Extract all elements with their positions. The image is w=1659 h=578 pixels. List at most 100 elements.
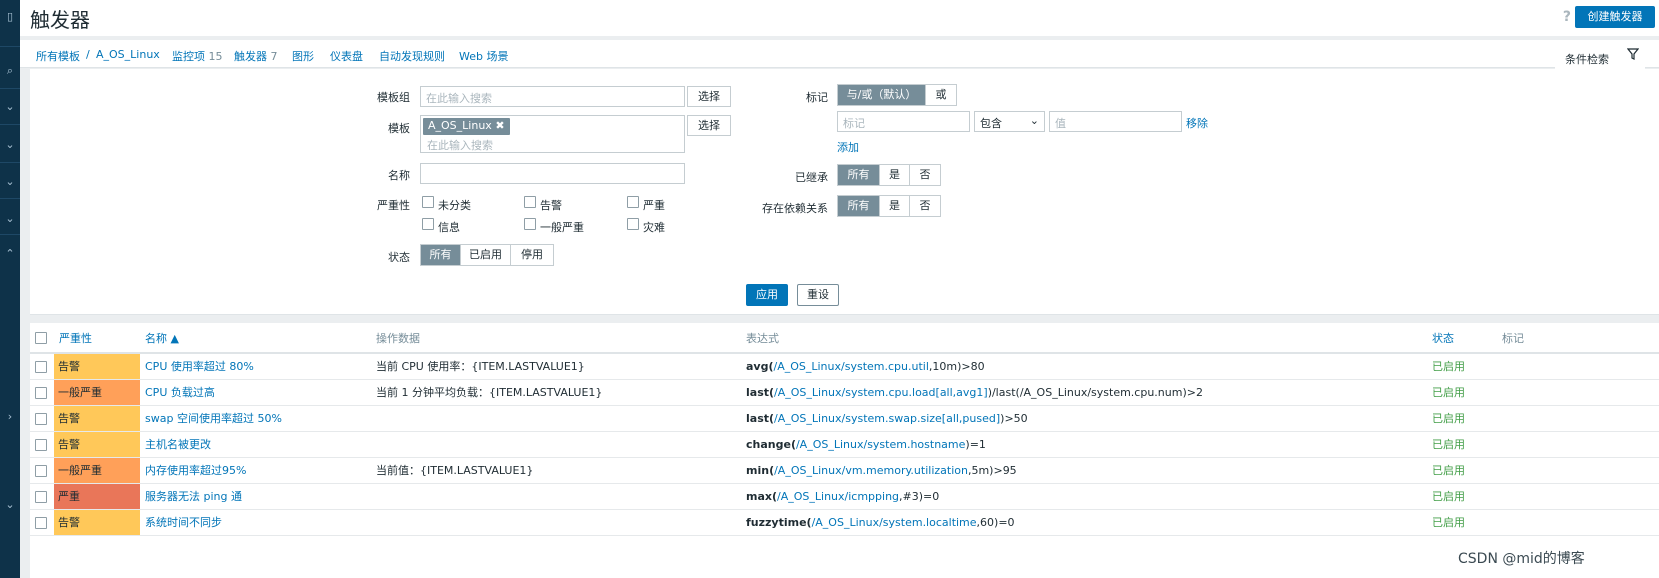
tags-cell [1497,483,1659,510]
menu-icon[interactable]: ▯ [0,10,20,24]
tags-cell [1497,353,1659,380]
state-option-all[interactable]: 所有 [421,245,461,265]
column-status[interactable]: 状态 [1427,323,1497,354]
tab-graphs[interactable]: 图形 [292,48,314,64]
expression-host-link[interactable]: /A_OS_Linux/ [774,386,845,399]
template-group-select-button[interactable]: 选择 [687,86,731,107]
page-header: 触发器 ? 创建触发器 [20,0,1659,36]
row-checkbox[interactable] [35,516,47,529]
trigger-name-link[interactable]: CPU 使用率超过 80% [145,360,254,373]
search-icon[interactable]: ⌕ [0,64,20,78]
chip-remove-icon[interactable]: ✖ [495,119,504,132]
expression-item-link[interactable]: vm.memory.utilization [845,464,968,477]
inherited-option-yes[interactable]: 是 [880,165,910,185]
row-checkbox[interactable] [35,438,47,451]
row-checkbox[interactable] [35,360,47,373]
dependencies-option-no[interactable]: 否 [910,196,940,216]
trigger-name-link[interactable]: CPU 负载过高 [145,386,215,399]
breadcrumb-all-templates[interactable]: 所有模板 [36,48,80,64]
template-select-button[interactable]: 选择 [687,115,731,136]
select-all-checkbox[interactable] [35,332,47,344]
filter-toggle[interactable]: 条件检索 [1555,45,1645,69]
reset-button[interactable]: 重设 [797,284,839,306]
chevron-up-icon[interactable]: ⌃ [0,247,20,261]
create-trigger-button[interactable]: 创建触发器 [1575,6,1655,28]
state-option-disabled[interactable]: 停用 [511,245,553,265]
expression-item-link[interactable]: system.localtime [883,516,977,529]
column-name[interactable]: 名称 ▲ [140,323,371,354]
tab-items[interactable]: 监控项 15 [172,48,223,64]
severity-checkbox-high[interactable] [627,196,639,208]
template-group-input[interactable]: 在此输入搜索 [420,86,685,107]
status-toggle[interactable]: 已启用 [1427,405,1497,432]
tag-operator-value: 包含 [980,117,1002,130]
expression-host-link[interactable]: /A_OS_Linux/ [812,516,883,529]
expression-item-link[interactable]: system.cpu.load[all,avg1] [845,386,987,399]
inherited-option-no[interactable]: 否 [910,165,940,185]
tag-operator-select[interactable]: 包含 ⌄ [974,111,1045,132]
chevron-right-icon[interactable]: › [0,410,20,424]
severity-checkbox-average[interactable] [524,218,536,230]
column-severity[interactable]: 严重性 [54,323,140,354]
expression-item-link[interactable]: system.cpu.util [845,360,929,373]
severity-checkbox-information[interactable] [422,218,434,230]
tab-triggers-label: 触发器 [234,50,267,63]
status-toggle[interactable]: 已启用 [1427,379,1497,406]
tags-mode-and-or[interactable]: 与/或（默认） [838,85,926,105]
chevron-down-icon[interactable]: ⌄ [0,175,20,189]
expression-host-link[interactable]: /A_OS_Linux/ [774,360,845,373]
dependencies-option-yes[interactable]: 是 [880,196,910,216]
status-toggle[interactable]: 已启用 [1427,457,1497,484]
chevron-down-icon[interactable]: ⌄ [0,212,20,226]
apply-button[interactable]: 应用 [746,284,788,306]
severity-checkbox-warning[interactable] [524,196,536,208]
status-toggle[interactable]: 已启用 [1427,509,1497,536]
trigger-name-link[interactable]: swap 空间使用率超过 50% [145,412,282,425]
expression-host-link[interactable]: /A_OS_Linux/ [777,490,848,503]
tab-discovery[interactable]: 自动发现规则 [379,48,445,64]
expression-host-link[interactable]: /A_OS_Linux/ [774,412,845,425]
trigger-name-link[interactable]: 主机名被更改 [145,438,211,451]
expression-item-link[interactable]: icmpping [848,490,899,503]
inherited-option-all[interactable]: 所有 [838,165,880,185]
status-toggle[interactable]: 已启用 [1427,353,1497,380]
tab-dashboards[interactable]: 仪表盘 [330,48,363,64]
tag-name-input[interactable]: 标记 [837,111,970,132]
breadcrumb-template[interactable]: A_OS_Linux [96,48,160,61]
sidebar-divider [0,234,20,235]
state-option-enabled[interactable]: 已启用 [461,245,511,265]
status-toggle[interactable]: 已启用 [1427,431,1497,458]
chevron-down-icon[interactable]: ⌄ [0,138,20,152]
chevron-down-icon[interactable]: ⌄ [0,498,20,512]
trigger-name-link[interactable]: 内存使用率超过95% [145,464,246,477]
tags-mode-or[interactable]: 或 [926,85,956,105]
name-input[interactable] [420,163,685,184]
template-chip: A_OS_Linux ✖ [423,118,510,135]
trigger-name-link[interactable]: 系统时间不同步 [145,516,222,529]
expression-tail: )>50 [1000,411,1028,425]
severity-checkbox-disaster[interactable] [627,218,639,230]
help-icon[interactable]: ? [1563,9,1571,25]
trigger-name-link[interactable]: 服务器无法 ping 通 [145,490,242,503]
row-checkbox[interactable] [35,490,47,503]
status-toggle[interactable]: 已启用 [1427,483,1497,510]
tag-add-link[interactable]: 添加 [837,139,859,155]
template-multiselect[interactable]: A_OS_Linux ✖ 在此输入搜索 [420,115,685,153]
chevron-down-icon[interactable]: ⌄ [0,100,20,114]
row-checkbox[interactable] [35,412,47,425]
expression-host-link[interactable]: /A_OS_Linux/ [774,464,845,477]
tag-remove-link[interactable]: 移除 [1186,115,1208,131]
tab-web[interactable]: Web 场景 [459,48,508,64]
expression-item-link[interactable]: system.swap.size[all,pused] [845,412,1000,425]
severity-checkbox-not-classified[interactable] [422,196,434,208]
tag-value-input[interactable]: 值 [1049,111,1182,132]
tab-triggers[interactable]: 触发器 7 [234,48,278,64]
row-checkbox[interactable] [35,386,47,399]
sidebar-divider [0,198,20,199]
dependencies-option-all[interactable]: 所有 [838,196,880,216]
expression-host-link[interactable]: /A_OS_Linux/ [796,438,867,451]
row-checkbox[interactable] [35,464,47,477]
sidebar-divider [0,162,20,163]
filter-toggle-label: 条件检索 [1565,53,1609,66]
expression-item-link[interactable]: system.hostname [867,438,965,451]
